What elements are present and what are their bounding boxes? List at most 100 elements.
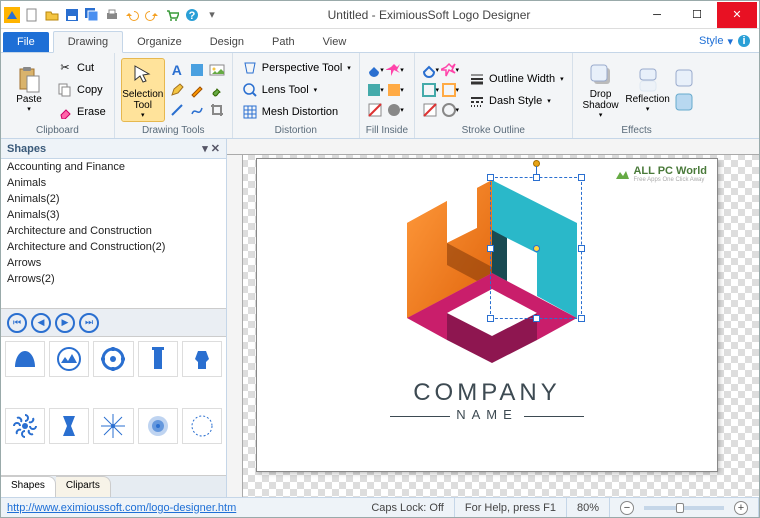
erase-button[interactable]: Erase [54, 102, 108, 122]
list-item[interactable]: Animals(3) [1, 207, 226, 223]
resize-handle[interactable] [578, 174, 585, 181]
print-icon[interactable] [103, 6, 121, 24]
new-icon[interactable] [23, 6, 41, 24]
image-tool-icon[interactable] [208, 61, 226, 79]
style-menu[interactable]: Style ▾ i [691, 30, 759, 52]
resize-handle[interactable] [487, 245, 494, 252]
shape-thumb[interactable] [49, 341, 89, 377]
reflection-button[interactable]: Reflection ▾ [626, 58, 670, 122]
paste-button[interactable]: Paste ▾ [7, 58, 51, 122]
fill-solid-icon[interactable]: ▾ [366, 61, 384, 79]
resize-handle[interactable] [578, 315, 585, 322]
shape-tool-icon[interactable] [188, 61, 206, 79]
tab-path[interactable]: Path [258, 32, 309, 52]
shape-thumb[interactable] [93, 408, 133, 444]
nav-prev-icon[interactable]: ◀ [31, 313, 51, 333]
stroke-color-icon[interactable]: ▾ [421, 61, 439, 79]
fill-texture-icon[interactable]: ▾ [386, 81, 404, 99]
tab-drawing[interactable]: Drawing [53, 31, 123, 53]
shape-thumb[interactable] [5, 341, 45, 377]
crop-tool-icon[interactable] [208, 101, 226, 119]
effect-preset-2-icon[interactable] [673, 91, 695, 113]
stroke-texture-icon[interactable]: ▾ [441, 81, 459, 99]
selection-indicator[interactable] [490, 177, 582, 319]
panel-menu-icon[interactable]: ▾ [202, 142, 208, 155]
list-item[interactable]: Animals [1, 175, 226, 191]
maximize-button[interactable]: ☐ [677, 2, 717, 28]
pen-tool-icon[interactable] [168, 81, 186, 99]
shape-thumb[interactable] [138, 408, 178, 444]
text-tool-icon[interactable]: A [168, 61, 186, 79]
resize-handle[interactable] [578, 245, 585, 252]
zoom-out-button[interactable]: − [620, 501, 634, 515]
perspective-button[interactable]: Perspective Tool▾ [239, 58, 353, 78]
outline-width-button[interactable]: Outline Width▾ [466, 69, 566, 89]
info-icon[interactable]: i [737, 34, 751, 48]
shape-thumb[interactable] [49, 408, 89, 444]
shape-thumb[interactable] [138, 341, 178, 377]
saveall-icon[interactable] [83, 6, 101, 24]
stroke-gradient-icon[interactable]: ▾ [441, 61, 459, 79]
fill-none-icon[interactable] [366, 101, 384, 119]
list-item[interactable]: Accounting and Finance [1, 159, 226, 175]
fill-gradient-icon[interactable]: ▾ [386, 61, 404, 79]
resize-handle[interactable] [487, 174, 494, 181]
open-icon[interactable] [43, 6, 61, 24]
canvas[interactable]: ALL PC World Free Apps One Click Away [243, 155, 759, 497]
panel-close-icon[interactable]: ✕ [211, 142, 220, 155]
resize-handle[interactable] [533, 174, 540, 181]
shape-thumb[interactable] [182, 341, 222, 377]
center-handle[interactable] [533, 245, 540, 252]
shapes-category-list[interactable]: Accounting and Finance Animals Animals(2… [1, 159, 226, 309]
tab-cliparts[interactable]: Cliparts [56, 476, 111, 497]
freehand-tool-icon[interactable] [188, 101, 206, 119]
cart-icon[interactable] [163, 6, 181, 24]
zoom-slider-knob[interactable] [676, 503, 684, 513]
company-text[interactable]: COMPANY NAME [257, 379, 717, 422]
pencil-tool-icon[interactable] [188, 81, 206, 99]
dash-style-button[interactable]: Dash Style▾ [466, 91, 566, 111]
stroke-none-icon[interactable] [421, 101, 439, 119]
zoom-in-button[interactable]: + [734, 501, 748, 515]
effect-preset-1-icon[interactable] [673, 67, 695, 89]
tab-design[interactable]: Design [196, 32, 258, 52]
selection-tool-button[interactable]: Selection Tool ▾ [121, 58, 165, 122]
help-icon[interactable]: ? [183, 6, 201, 24]
tab-organize[interactable]: Organize [123, 32, 196, 52]
list-item[interactable]: Architecture and Construction(2) [1, 239, 226, 255]
fill-pattern-icon[interactable]: ▾ [366, 81, 384, 99]
list-item[interactable]: Animals(2) [1, 191, 226, 207]
shape-thumb[interactable] [5, 408, 45, 444]
save-icon[interactable] [63, 6, 81, 24]
shape-thumb[interactable] [182, 408, 222, 444]
copy-button[interactable]: Copy [54, 80, 108, 100]
drop-shadow-button[interactable]: Drop Shadow ▾ [579, 58, 623, 122]
shape-thumb[interactable] [93, 341, 133, 377]
stroke-more-icon[interactable]: ▾ [441, 101, 459, 119]
tab-shapes[interactable]: Shapes [1, 476, 56, 497]
qat-dropdown-icon[interactable]: ▾ [203, 6, 221, 24]
stroke-pattern-icon[interactable]: ▾ [421, 81, 439, 99]
list-item[interactable]: Arrows [1, 255, 226, 271]
undo-icon[interactable] [123, 6, 141, 24]
brush-tool-icon[interactable] [208, 81, 226, 99]
lens-button[interactable]: Lens Tool▾ [239, 80, 353, 100]
resize-handle[interactable] [487, 315, 494, 322]
tab-view[interactable]: View [309, 32, 361, 52]
mesh-button[interactable]: Mesh Distortion [239, 102, 353, 122]
artboard[interactable]: ALL PC World Free Apps One Click Away [257, 159, 717, 471]
nav-first-icon[interactable]: ⏮ [7, 313, 27, 333]
fill-more-icon[interactable]: ▾ [386, 101, 404, 119]
nav-next-icon[interactable]: ▶ [55, 313, 75, 333]
zoom-slider[interactable] [644, 506, 724, 510]
line-tool-icon[interactable] [168, 101, 186, 119]
status-link[interactable]: http://www.eximioussoft.com/logo-designe… [1, 502, 242, 514]
file-tab[interactable]: File [3, 32, 49, 52]
resize-handle[interactable] [533, 315, 540, 322]
redo-icon[interactable] [143, 6, 161, 24]
cut-button[interactable]: ✂Cut [54, 58, 108, 78]
close-button[interactable]: ✕ [717, 2, 757, 28]
nav-last-icon[interactable]: ⏭ [79, 313, 99, 333]
list-item[interactable]: Architecture and Construction [1, 223, 226, 239]
minimize-button[interactable]: ─ [637, 2, 677, 28]
